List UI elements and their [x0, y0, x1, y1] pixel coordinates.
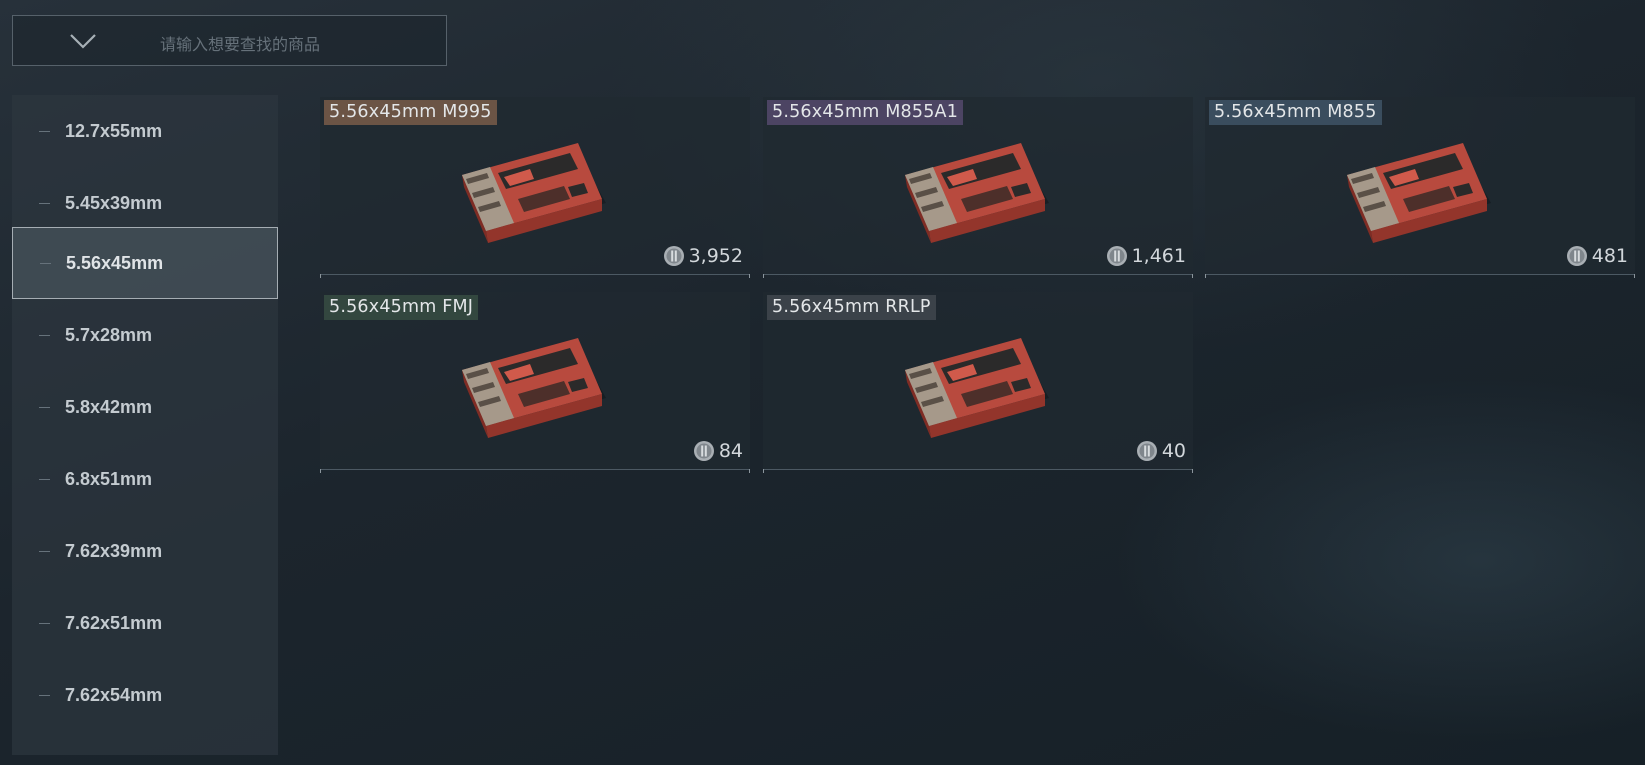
sidebar-item-5-8x42mm[interactable]: 5.8x42mm: [12, 371, 278, 443]
price-amount: 1,461: [1131, 245, 1186, 267]
item-price: 84: [693, 439, 743, 463]
sidebar-item-5-7x28mm[interactable]: 5.7x28mm: [12, 299, 278, 371]
corner-tick: [1192, 469, 1193, 473]
price-amount: 481: [1591, 245, 1628, 267]
sidebar-item-label: 7.62x39mm: [65, 540, 163, 561]
item-price: 3,952: [663, 244, 743, 268]
price-amount: 3,952: [688, 245, 743, 267]
item-name-tag: 5.56x45mm FMJ: [324, 295, 479, 320]
sidebar-item-label: 5.56x45mm: [66, 252, 164, 273]
sidebar-item-7-62x54mm[interactable]: 7.62x54mm: [12, 659, 278, 731]
coin-icon: [693, 441, 714, 461]
dash-icon: [39, 130, 50, 132]
coin-icon: [1106, 246, 1127, 266]
corner-tick: [1634, 274, 1635, 278]
coin-icon: [1566, 246, 1587, 266]
corner-tick: [320, 469, 321, 473]
sidebar-item-6-8x51mm[interactable]: 6.8x51mm: [12, 443, 278, 515]
price-amount: 40: [1161, 440, 1186, 462]
sidebar-item-12-7x55mm[interactable]: 12.7x55mm: [12, 95, 278, 167]
item-name-tag: 5.56x45mm RRLP: [767, 295, 936, 320]
corner-tick: [749, 274, 750, 278]
dash-icon: [39, 622, 50, 624]
sidebar-item-label: 7.62x51mm: [65, 612, 163, 633]
corner-tick: [763, 274, 764, 278]
sidebar-item-label: 7.62x54mm: [65, 684, 163, 705]
item-name-tag: 5.56x45mm M855A1: [767, 100, 964, 125]
dash-icon: [40, 262, 51, 264]
dash-icon: [39, 202, 50, 204]
item-card-rrlp[interactable]: 5.56x45mm RRLP 40: [763, 292, 1193, 473]
item-card-fmj[interactable]: 5.56x45mm FMJ 84: [320, 292, 750, 473]
ammo-box-icon: [903, 324, 1053, 439]
sidebar-item-label: 5.8x42mm: [65, 396, 153, 417]
corner-tick: [320, 274, 321, 278]
chevron-down-icon[interactable]: [68, 30, 98, 52]
item-card-m855a1[interactable]: 5.56x45mm M855A1 1,461: [763, 97, 1193, 278]
sidebar-item-5-56x45mm[interactable]: 5.56x45mm: [12, 227, 278, 299]
dash-icon: [39, 550, 50, 552]
coin-icon: [663, 246, 684, 266]
search-placeholder: 请输入想要查找的商品: [160, 35, 321, 54]
ammo-box-icon: [1345, 129, 1495, 244]
item-price: 40: [1136, 439, 1186, 463]
sidebar-item-label: 6.8x51mm: [65, 468, 153, 489]
search-input[interactable]: 请输入想要查找的商品: [12, 15, 447, 66]
item-price: 481: [1566, 244, 1628, 268]
sidebar-item-7-62x51mm[interactable]: 7.62x51mm: [12, 587, 278, 659]
item-price: 1,461: [1106, 244, 1186, 268]
coin-icon: [1136, 441, 1157, 461]
item-name-tag: 5.56x45mm M995: [324, 100, 497, 125]
corner-tick: [763, 469, 764, 473]
ammo-box-icon: [460, 129, 610, 244]
sidebar-item-label: 5.7x28mm: [65, 324, 153, 345]
dash-icon: [39, 406, 50, 408]
corner-tick: [1205, 274, 1206, 278]
corner-tick: [749, 469, 750, 473]
sidebar-item-7-62x39mm[interactable]: 7.62x39mm: [12, 515, 278, 587]
sidebar-item-label: 5.45x39mm: [65, 192, 163, 213]
dash-icon: [39, 694, 50, 696]
dash-icon: [39, 478, 50, 480]
caliber-sidebar: 12.7x55mm 5.45x39mm 5.56x45mm 5.7x28mm 5…: [12, 95, 278, 755]
item-card-m855[interactable]: 5.56x45mm M855 481: [1205, 97, 1635, 278]
dash-icon: [39, 334, 50, 336]
item-card-m995[interactable]: 5.56x45mm M995 3,952: [320, 97, 750, 278]
sidebar-item-label: 12.7x55mm: [65, 120, 163, 141]
ammo-box-icon: [460, 324, 610, 439]
item-name-tag: 5.56x45mm M855: [1209, 100, 1382, 125]
corner-tick: [1192, 274, 1193, 278]
ammo-box-icon: [903, 129, 1053, 244]
price-amount: 84: [718, 440, 743, 462]
